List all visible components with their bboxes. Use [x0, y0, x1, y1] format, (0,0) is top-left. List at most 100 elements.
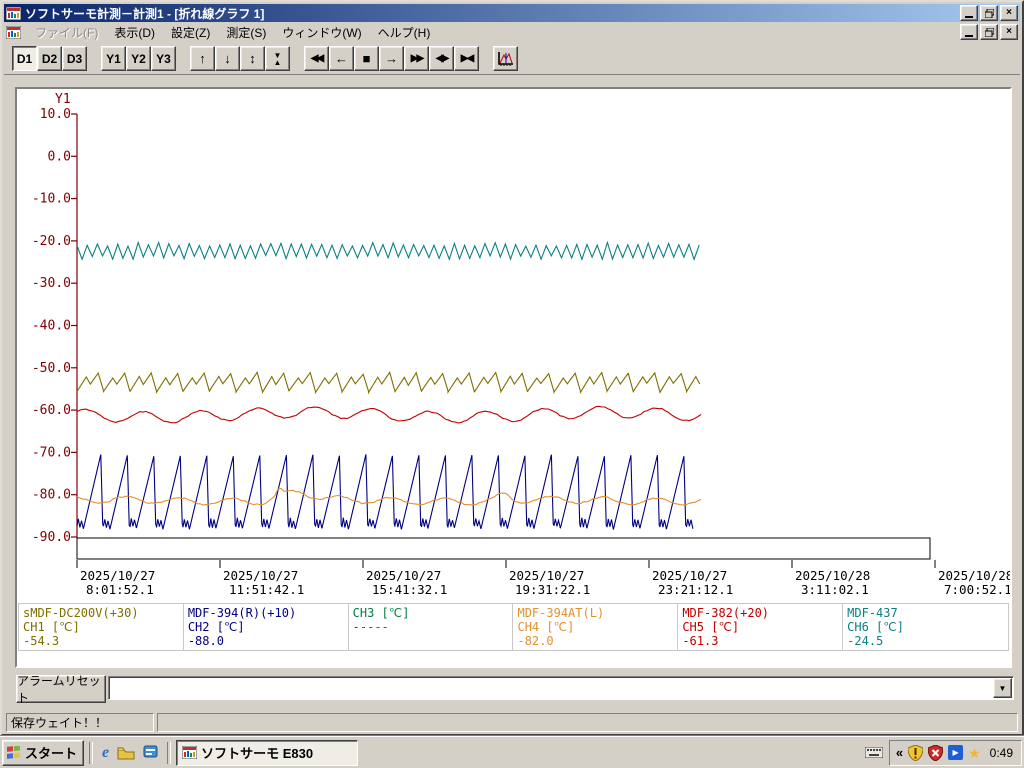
x-tick-date: 2025/10/27 [652, 568, 727, 583]
channel-legend: sMDF-DC200V(+30) CH1 [℃] -54.3 MDF-394(R)(+… [18, 603, 1009, 651]
taskbar-divider [167, 741, 172, 764]
expand-x-button[interactable]: ◀▶ [429, 46, 454, 71]
legend-cell-ch6: MDF-437 CH6 [℃] -24.5 [843, 604, 1008, 650]
combobox-dropdown-button[interactable]: ▼ [993, 678, 1012, 698]
tray-collapse-chevron[interactable]: « [896, 746, 903, 759]
chevron-down-icon: ▼ [998, 683, 1007, 693]
triangles-vertical-icon: ▼ ▲ [273, 50, 282, 67]
legend-cell-ch4: MDF-394AT(L) CH4 [℃] -82.0 [513, 604, 679, 650]
arrow-left-icon: ← [335, 51, 348, 66]
compress-x-button[interactable]: ▶◀ [454, 46, 479, 71]
restore-icon [984, 27, 994, 37]
channel-unit: CH5 [℃] [682, 620, 740, 634]
close-button[interactable]: × [1000, 5, 1018, 21]
arrows-up-down-icon: ↕ [249, 51, 256, 66]
security-warning-shield-icon[interactable] [908, 744, 924, 761]
channel-unit: CH6 [℃] [847, 620, 904, 634]
media-tray-icon[interactable]: ▶ [948, 745, 964, 760]
step-back-button[interactable]: ← [329, 46, 354, 71]
channel-value: ----- [352, 620, 389, 634]
rewind-button[interactable]: ◀◀ [304, 46, 329, 71]
toolbar-group: ↑ ↓ ↕ ▼ ▲ [190, 46, 290, 71]
x-tick-time: 7:00:52.1 [944, 582, 1010, 597]
arrow-down-icon: ↓ [224, 51, 231, 66]
taskbar: スタート e ソフトサーモ E830 « ▶ ★ 0:49 [0, 736, 1024, 768]
menu-item-config[interactable]: 設定(Z) [163, 22, 218, 43]
taskbar-clock: 0:49 [989, 745, 1013, 760]
compress-y-button[interactable]: ▼ ▲ [265, 46, 290, 71]
y-tick-label: -50.0 [32, 361, 71, 376]
security-alert-shield-icon[interactable] [928, 744, 944, 761]
close-icon: × [1006, 7, 1012, 18]
mdi-restore-button[interactable] [980, 24, 998, 40]
fast-forward-icon: ▶▶ [410, 52, 424, 64]
folder-icon[interactable] [117, 746, 135, 760]
titlebar: ソフトサーモ計測－計測1 - [折れ線グラフ 1] × [4, 4, 1020, 22]
channel-unit: CH1 [℃] [23, 620, 80, 634]
status-extra [157, 713, 1018, 732]
y-axis-1-button[interactable]: Y1 [101, 46, 126, 71]
display-2-button[interactable]: D2 [37, 46, 62, 71]
stop-button[interactable]: ■ [354, 46, 379, 71]
y-axis-3-button[interactable]: Y3 [151, 46, 176, 71]
alarm-combobox[interactable]: ▼ [108, 676, 1014, 700]
quick-launch: e [98, 744, 162, 762]
step-forward-button[interactable]: → [379, 46, 404, 71]
series-ch2 [76, 454, 694, 530]
taskbar-app-button[interactable]: ソフトサーモ E830 [176, 739, 359, 766]
updates-star-icon[interactable]: ★ [968, 746, 981, 760]
menu-item-window[interactable]: ウィンドウ(W) [274, 22, 369, 43]
show-desktop-icon[interactable] [143, 745, 158, 760]
x-tick-date: 2025/10/27 [80, 568, 155, 583]
y-tick-label: -20.0 [32, 234, 71, 249]
graph-panel: Y1 10.0 0.0 -10.0 -20.0 -30.0 -40.0 -50.0 -60.0 -… [15, 87, 1012, 668]
x-tick-time: 11:51:42.1 [229, 582, 304, 597]
minimize-button[interactable] [960, 5, 978, 21]
legend-cell-ch1: sMDF-DC200V(+30) CH1 [℃] -54.3 [19, 604, 184, 650]
y-tick-label: -60.0 [32, 403, 71, 418]
y-axis-2-button[interactable]: Y2 [126, 46, 151, 71]
restore-icon [984, 8, 994, 18]
alarm-row: アラームリセット ▼ [4, 673, 1020, 705]
x-tick-time: 8:01:52.1 [86, 582, 154, 597]
scroll-down-button[interactable]: ↓ [215, 46, 240, 71]
triangles-out-icon: ◀▶ [435, 52, 449, 64]
app-icon [6, 6, 21, 20]
start-label: スタート [25, 746, 78, 761]
menu-item-file[interactable]: ファイル(F) [27, 22, 106, 43]
menu-item-measure[interactable]: 測定(S) [218, 22, 274, 43]
start-button[interactable]: スタート [2, 739, 85, 766]
fast-forward-button[interactable]: ▶▶ [404, 46, 429, 71]
x-tick-time: 3:11:02.1 [801, 582, 869, 597]
line-chart: Y110.0 0.0 -10.0 -20.0 -30.0 -40.0 -50.0 -60.0 -… [32, 92, 1010, 597]
series-ch5 [76, 405, 702, 424]
mdi-minimize-button[interactable] [960, 24, 978, 40]
mdi-close-button[interactable]: × [1000, 24, 1018, 40]
menu-item-help[interactable]: ヘルプ(H) [370, 22, 439, 43]
display-1-button[interactable]: D1 [12, 46, 37, 71]
x-tick-time: 23:21:12.1 [658, 582, 733, 597]
legend-cell-ch3: CH3 [℃] ----- [349, 604, 514, 650]
statusbar: 保存ウェイト！！ [4, 711, 1020, 734]
x-tick-date: 2025/10/27 [223, 568, 298, 583]
x-tick-time: 15:41:32.1 [372, 582, 447, 597]
channel-unit: CH2 [℃] [187, 620, 245, 634]
graph-settings-button[interactable] [493, 46, 518, 71]
legend-cell-ch5: MDF-382(+20) CH5 [℃] -61.3 [678, 604, 844, 650]
channel-name: MDF-394AT(L) [517, 606, 605, 620]
menu-item-view[interactable]: 表示(D) [106, 22, 163, 43]
keyboard-layout-icon[interactable] [864, 747, 883, 758]
combobox-value[interactable] [109, 677, 992, 699]
x-tick-date: 2025/10/27 [509, 568, 584, 583]
internet-explorer-icon[interactable]: e [102, 744, 109, 762]
display-3-button[interactable]: D3 [62, 46, 87, 71]
alarm-reset-button[interactable]: アラームリセット [16, 674, 106, 705]
system-tray: « ▶ ★ 0:49 [888, 739, 1022, 766]
triangles-in-icon: ▶◀ [460, 52, 474, 64]
expand-y-button[interactable]: ↕ [240, 46, 265, 71]
scroll-up-button[interactable]: ↑ [190, 46, 215, 71]
restore-button[interactable] [980, 5, 998, 21]
legend-cell-ch2: MDF-394(R)(+10) CH2 [℃] -88.0 [184, 604, 349, 650]
taskbar-app-label: ソフトサーモ E830 [201, 746, 314, 761]
channel-name: sMDF-DC200V(+30) [23, 606, 139, 620]
